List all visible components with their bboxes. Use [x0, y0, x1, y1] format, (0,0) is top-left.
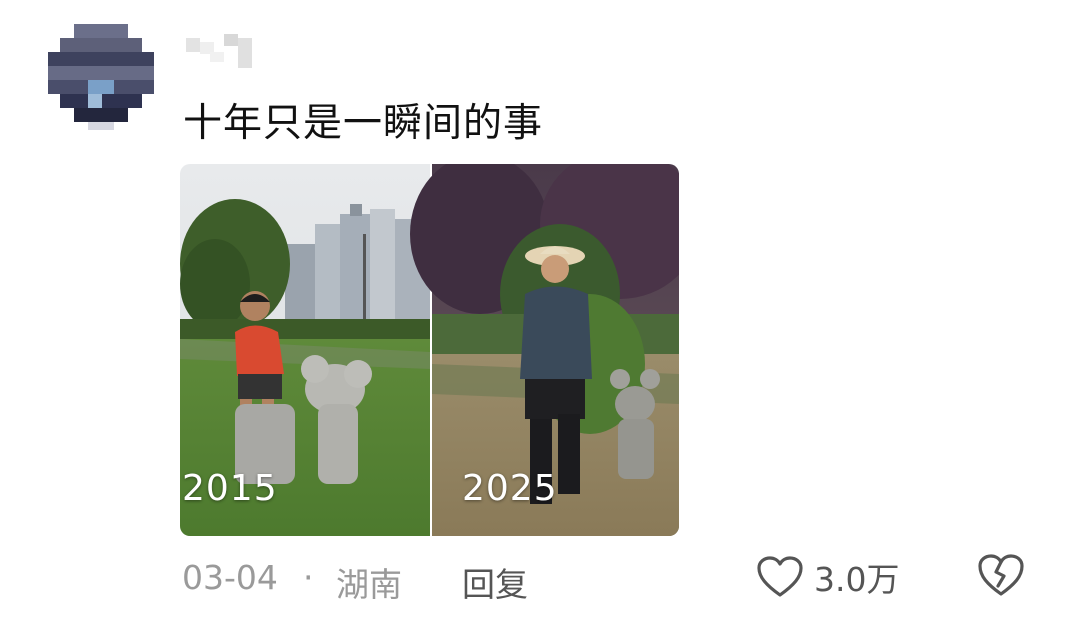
like-count: 3.0万: [814, 560, 900, 599]
comment-location: 湖南: [336, 565, 402, 604]
meta-separator: ·: [303, 558, 314, 597]
username-blur-image: [186, 34, 252, 68]
username-blurred[interactable]: [186, 34, 256, 70]
comment-text: 十年只是一瞬间的事: [183, 101, 544, 146]
comment-photo[interactable]: 2015 2025: [180, 164, 679, 536]
broken-heart-icon: [978, 554, 1024, 596]
like-button[interactable]: 3.0万: [756, 552, 899, 602]
year-label-2025: 2025: [462, 468, 558, 509]
comment-date: 03-04: [182, 558, 278, 597]
heart-outline-icon: [757, 556, 803, 597]
year-label-2015: 2015: [182, 468, 278, 509]
reply-button[interactable]: 回复: [462, 558, 528, 606]
dislike-button[interactable]: [976, 552, 1026, 602]
avatar-image: [48, 24, 154, 130]
avatar[interactable]: [48, 24, 154, 130]
